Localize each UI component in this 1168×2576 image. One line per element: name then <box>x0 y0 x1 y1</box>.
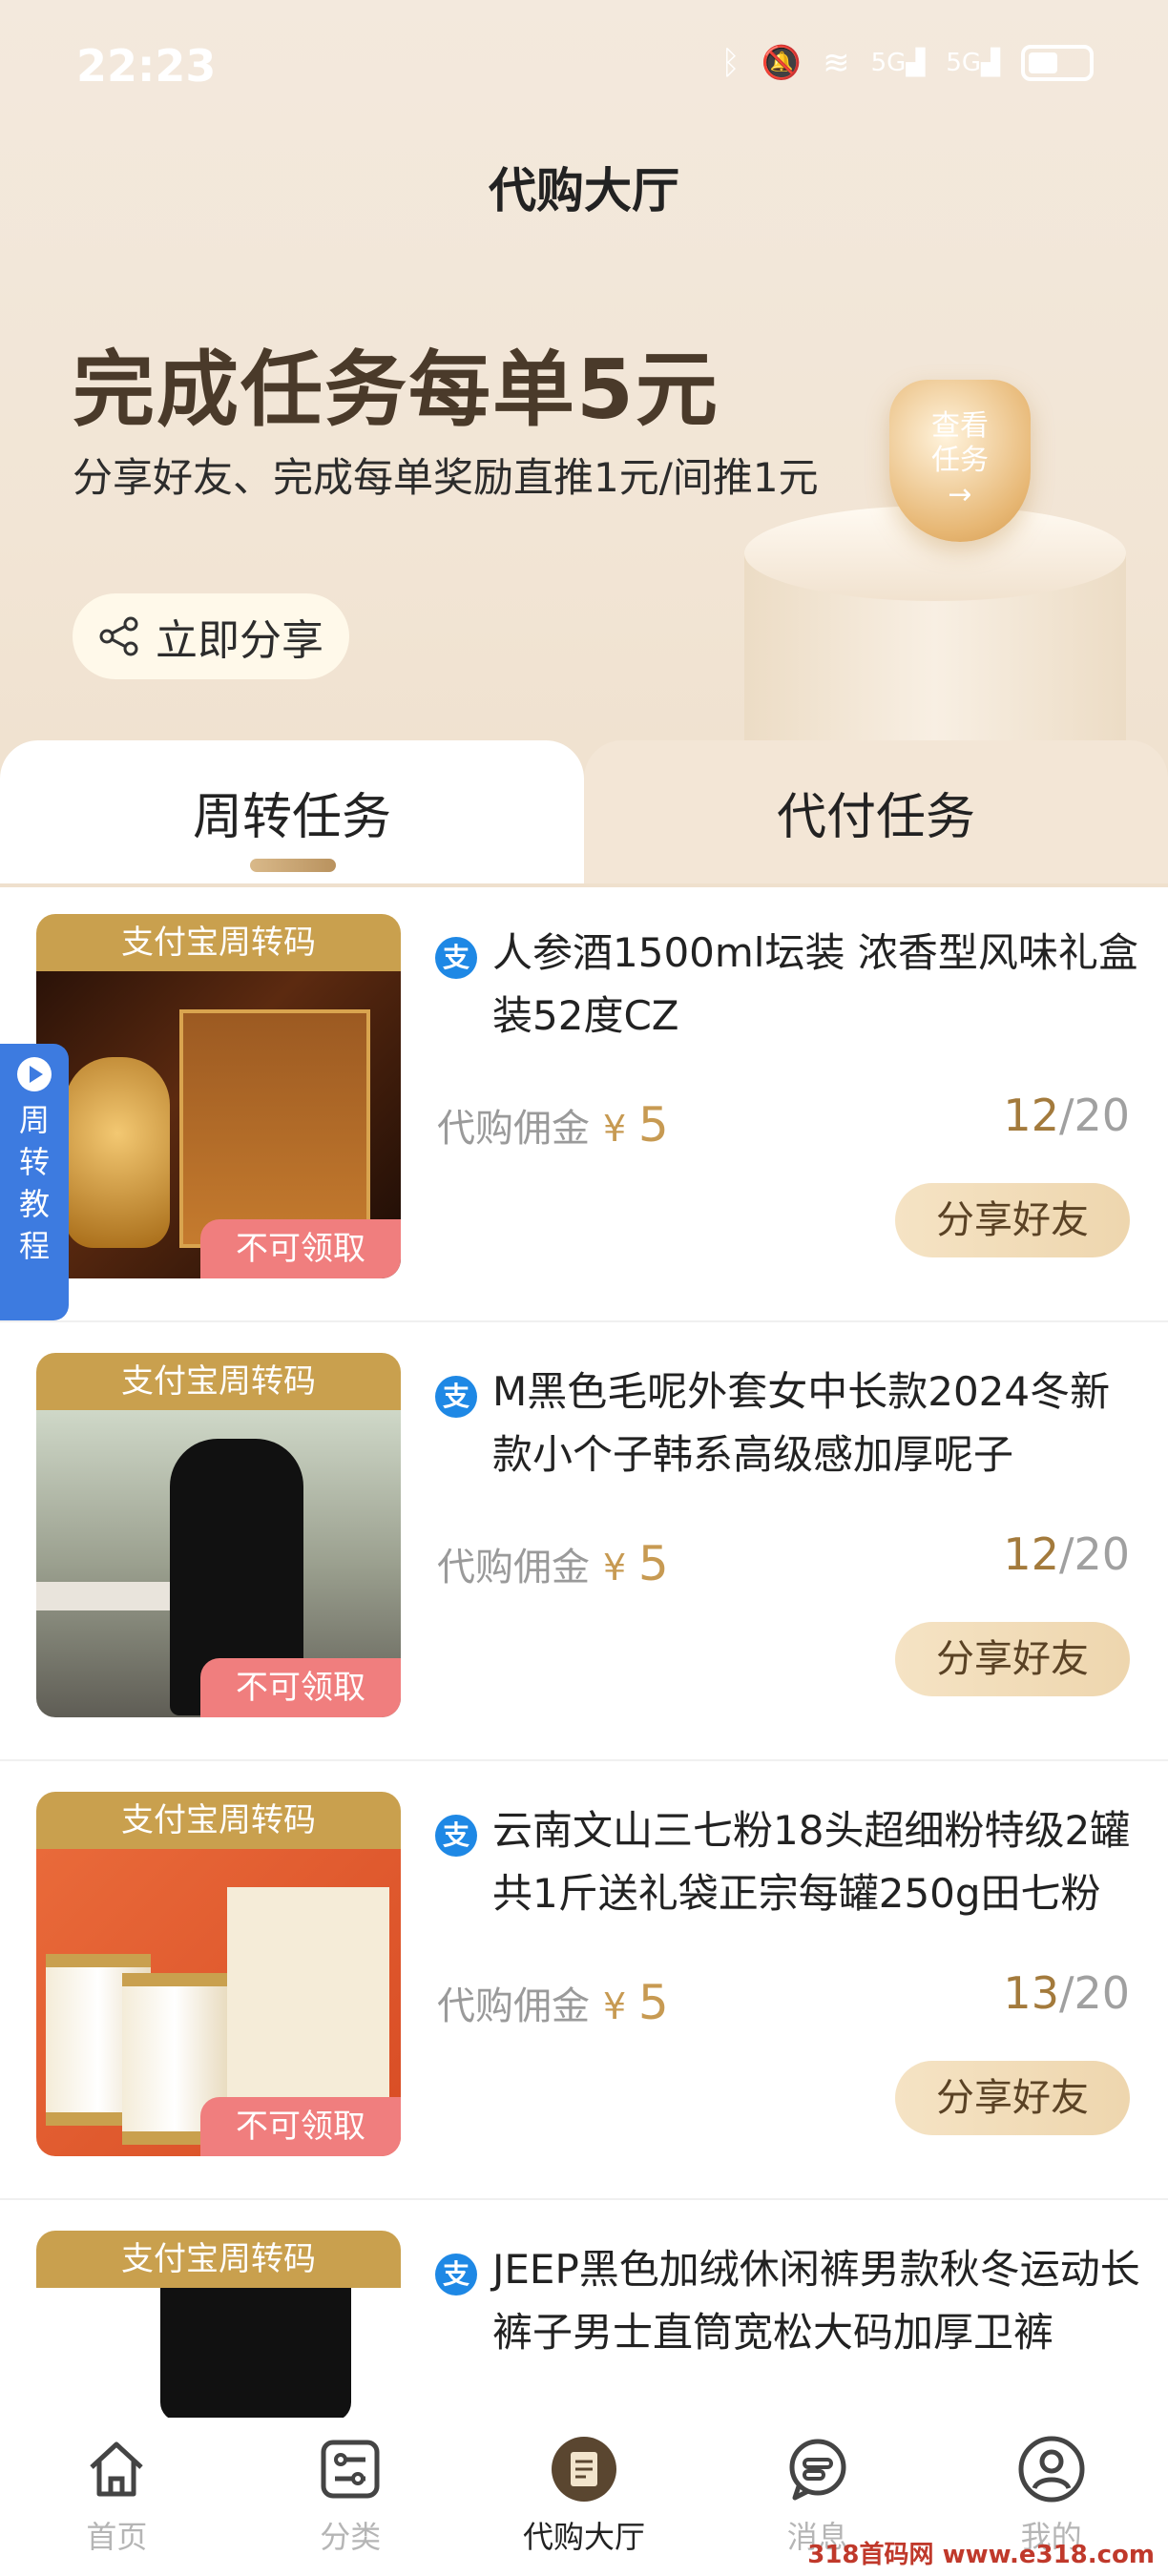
tab-label: 周转任务 <box>192 789 391 846</box>
side-tab-char: 教 <box>18 1186 50 1222</box>
profile-icon <box>1018 2436 1085 2503</box>
bottom-nav: 首页 分类 代购大厅 消息 我的 318首码网 www.e318.com <box>0 2418 1168 2576</box>
home-icon <box>90 2441 144 2497</box>
item-title: JEEP黑色加绒休闲裤男款秋冬运动长裤子男士直筒宽松大码加厚卫裤 <box>492 2246 1140 2356</box>
status-time: 22:23 <box>76 40 217 92</box>
battery-icon <box>1021 45 1094 81</box>
message-icon <box>789 2439 846 2501</box>
progress-count: 13/20 <box>1003 1967 1130 2019</box>
commission-amount: 5 <box>637 1536 669 1591</box>
nav-item-home[interactable]: 首页 <box>0 2418 234 2576</box>
thumb-banner: 支付宝周转码 <box>36 1792 401 1849</box>
bluetooth-icon: ᛒ <box>720 44 740 82</box>
bag-shape <box>227 1887 389 2116</box>
item-title: M黑色毛呢外套女中长款2024冬新款小个子韩系高级感加厚呢子 <box>492 1368 1111 1478</box>
alipay-icon: 支 <box>435 2254 477 2296</box>
item-title: 人参酒1500ml坛装 浓香型风味礼盒装52度CZ <box>492 929 1138 1039</box>
product-thumbnail: 支付宝周转码 不可领取 <box>36 1353 401 1717</box>
thumb-banner: 支付宝周转码 <box>36 914 401 971</box>
currency-symbol: ¥ <box>603 1547 627 1589</box>
unavailable-tag: 不可领取 <box>200 1219 401 1278</box>
progress-count: 12/20 <box>1003 1528 1130 1580</box>
alipay-icon: 支 <box>435 937 477 979</box>
nav-item-category[interactable]: 分类 <box>234 2418 468 2576</box>
box-shape <box>179 1009 370 1248</box>
status-bar: 22:23 ᛒ 🔕 ≋ 5G▟ 5G▟ <box>0 0 1168 134</box>
progress-done: 13 <box>1003 1967 1059 2019</box>
progress-total: /20 <box>1058 1967 1130 2019</box>
purchase-hall-icon <box>551 2437 616 2502</box>
progress-total: /20 <box>1058 1528 1130 1580</box>
currency-symbol: ¥ <box>603 1108 627 1150</box>
5g-signal-icon: 5G▟ <box>870 49 926 77</box>
turnover-tutorial-tab[interactable]: 周 转 教 程 <box>0 1044 69 1320</box>
side-tab-char: 程 <box>18 1228 50 1264</box>
nav-item-purchase-hall[interactable]: 代购大厅 <box>468 2418 701 2576</box>
progress-done: 12 <box>1003 1090 1059 1141</box>
progress-total: /20 <box>1058 1090 1130 1141</box>
alipay-icon: 支 <box>435 1376 477 1418</box>
product-thumbnail: 支付宝周转码 不可领取 <box>36 914 401 1278</box>
tab-active-indicator <box>250 859 336 872</box>
wifi-icon: ≋ <box>823 44 850 82</box>
list-item[interactable]: 支付宝周转码 不可领取 支 M黑色毛呢外套女中长款2024冬新款小个子韩系高级感… <box>0 1322 1168 1761</box>
commission: 代购佣金 ¥ 5 <box>437 1975 669 2030</box>
share-icon <box>99 616 138 656</box>
side-tab-char: 周 <box>18 1102 50 1138</box>
progress-done: 12 <box>1003 1528 1059 1580</box>
tab-turnover-tasks[interactable]: 周转任务 <box>0 740 584 883</box>
watermark: 318首码网 www.e318.com <box>807 2541 1155 2569</box>
share-now-button[interactable]: 立即分享 <box>73 593 349 679</box>
thumb-banner: 支付宝周转码 <box>36 1353 401 1410</box>
task-list: 支付宝周转码 不可领取 支 人参酒1500ml坛装 浓香型风味礼盒装52度CZ … <box>0 883 1168 2576</box>
commission-label: 代购佣金 <box>437 1984 590 2028</box>
share-now-label: 立即分享 <box>156 616 323 665</box>
thumb-banner: 支付宝周转码 <box>36 2231 401 2288</box>
commission-amount: 5 <box>637 1097 669 1153</box>
item-title: 云南文山三七粉18头超细粉特级2罐共1斤送礼袋正宗每罐250g田七粉 <box>492 1807 1131 1917</box>
nav-label: 代购大厅 <box>522 2519 645 2555</box>
status-icons: ᛒ 🔕 ≋ 5G▟ 5G▟ <box>720 44 1094 82</box>
tab-payment-tasks[interactable]: 代付任务 <box>584 740 1168 883</box>
commission: 代购佣金 ¥ 5 <box>437 1097 669 1153</box>
task-tabs: 代付任务 周转任务 <box>0 740 1168 883</box>
promo-title: 完成任务每单5元 <box>73 343 720 438</box>
arrow-right-icon: → <box>948 478 972 511</box>
commission-amount: 5 <box>637 1975 669 2030</box>
progress-count: 12/20 <box>1003 1090 1130 1141</box>
nav-label: 首页 <box>86 2519 148 2555</box>
promo-subtitle: 分享好友、完成每单奖励直推1元/间推1元 <box>73 454 819 501</box>
commission: 代购佣金 ¥ 5 <box>437 1536 669 1591</box>
currency-symbol: ¥ <box>603 1985 627 2027</box>
unavailable-tag: 不可领取 <box>200 2097 401 2156</box>
share-friend-button[interactable]: 分享好友 <box>895 1183 1130 1257</box>
5g-signal-icon: 5G▟ <box>946 49 1000 77</box>
view-tasks-badge[interactable]: 查看 任务 → <box>889 380 1031 542</box>
mute-icon: 🔕 <box>761 44 803 82</box>
product-thumbnail: 支付宝周转码 不可领取 <box>36 1792 401 2156</box>
list-item[interactable]: 支付宝周转码 不可领取 支 人参酒1500ml坛装 浓香型风味礼盒装52度CZ … <box>0 883 1168 1322</box>
category-icon <box>321 2440 380 2499</box>
share-friend-button[interactable]: 分享好友 <box>895 2061 1130 2135</box>
commission-label: 代购佣金 <box>437 1546 590 1589</box>
pants-shape <box>160 2288 351 2421</box>
badge-line2: 任务 <box>931 444 989 477</box>
nav-label: 分类 <box>320 2519 382 2555</box>
table-shape <box>36 1582 179 1610</box>
alipay-icon: 支 <box>435 1815 477 1857</box>
share-friend-button[interactable]: 分享好友 <box>895 1622 1130 1696</box>
commission-label: 代购佣金 <box>437 1107 590 1151</box>
side-tab-char: 转 <box>18 1144 50 1180</box>
play-icon <box>17 1057 52 1091</box>
unavailable-tag: 不可领取 <box>200 1658 401 1717</box>
list-item[interactable]: 支付宝周转码 不可领取 支 云南文山三七粉18头超细粉特级2罐共1斤送礼袋正宗每… <box>0 1761 1168 2200</box>
page-title: 代购大厅 <box>489 163 679 218</box>
badge-line1: 查看 <box>931 409 989 443</box>
bottle-shape <box>65 1057 170 1248</box>
tab-label: 代付任务 <box>776 789 975 846</box>
